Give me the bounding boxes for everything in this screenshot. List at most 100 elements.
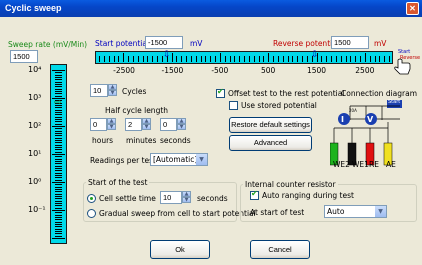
- potential-tick: [123, 53, 125, 62]
- sweep-rate-tick: [55, 119, 62, 120]
- sweep-rate-tick: [52, 126, 65, 127]
- potential-tick: [200, 56, 202, 62]
- gradual-sweep-label: Gradual sweep from cell to start potenti…: [99, 209, 256, 218]
- potential-tick: [215, 56, 216, 62]
- sweep-rate-tick: [55, 214, 62, 216]
- start-unit-label: mV: [190, 39, 203, 48]
- potential-tick-label: 1500: [306, 66, 327, 75]
- seconds-input[interactable]: 0: [160, 118, 177, 131]
- sweep-rate-tick-label: 10⁻¹: [28, 205, 46, 214]
- minutes-label: minutes: [126, 136, 157, 145]
- seconds-spinner[interactable]: ▲ ▼: [177, 118, 186, 131]
- readings-select[interactable]: [Automatic] ▼: [150, 153, 208, 166]
- voltage-symbol: V: [367, 115, 374, 124]
- reverse-potential-input[interactable]: 1500: [331, 36, 369, 49]
- gradual-sweep-radio[interactable]: [87, 209, 96, 218]
- cycles-label: Cycles: [122, 87, 147, 96]
- sweep-rate-pointer[interactable]: ⇨: [54, 98, 62, 108]
- current-symbol: I: [341, 115, 344, 124]
- settle-time-input[interactable]: 10: [160, 191, 182, 204]
- auto-ranging-checkbox[interactable]: [250, 189, 259, 200]
- potential-tick: [142, 56, 144, 62]
- potential-tick: [190, 56, 192, 62]
- sweep-rate-tick: [55, 140, 62, 141]
- sweep-rate-tick: [55, 79, 62, 81]
- reverse-marker-icon[interactable]: ⇩: [311, 50, 319, 60]
- auto-ranging-label: Auto ranging during test: [262, 191, 354, 200]
- sweep-rate-tick: [55, 207, 62, 209]
- potential-tick: [219, 53, 221, 62]
- sweep-rate-tick: [55, 88, 62, 90]
- potential-tick: [239, 56, 241, 62]
- potential-tick: [137, 56, 139, 62]
- potential-tick: [268, 53, 270, 62]
- sweep-rate-tick: [55, 184, 62, 186]
- potential-tick: [321, 56, 323, 62]
- chevron-down-icon[interactable]: ▼: [375, 206, 386, 217]
- offset-checkbox[interactable]: [216, 87, 225, 98]
- ok-button[interactable]: Ok: [150, 240, 210, 259]
- offset-label: Offset test to the rest potential: [228, 89, 345, 98]
- potential-tick: [248, 56, 250, 62]
- sweep-rate-tick: [55, 158, 62, 160]
- start-marker-icon[interactable]: ⇩: [163, 50, 171, 60]
- cycles-spinner[interactable]: ▲ ▼: [108, 84, 117, 97]
- sweep-rate-input[interactable]: 1500: [10, 50, 38, 63]
- potential-tick-label: 500: [260, 66, 276, 75]
- hours-spinner[interactable]: ▲ ▼: [107, 118, 116, 131]
- window-title: Cyclic sweep: [5, 3, 62, 13]
- sweep-rate-tick: [55, 86, 62, 88]
- cell-settle-radio[interactable]: [87, 194, 96, 203]
- at-start-select[interactable]: Auto ▼: [324, 205, 387, 218]
- potential-tick: [306, 56, 308, 62]
- chevron-down-icon[interactable]: ▼: [196, 154, 207, 165]
- sweep-rate-tick: [55, 128, 62, 130]
- start-potential-label: Start potential: [95, 39, 150, 48]
- sweep-rate-tick: [55, 175, 62, 176]
- stored-potential-checkbox[interactable]: [229, 101, 238, 110]
- sweep-rate-tick: [55, 135, 62, 137]
- potential-tick: [345, 56, 347, 62]
- readings-value: [Automatic]: [153, 155, 198, 164]
- sweep-rate-tick: [55, 91, 62, 92]
- close-button[interactable]: ✕: [406, 2, 419, 15]
- minutes-input[interactable]: 2: [125, 118, 142, 131]
- start-potential-input[interactable]: -1500: [145, 36, 183, 49]
- sweep-rate-tick: [52, 70, 65, 71]
- potential-tick-label: -500: [211, 66, 229, 75]
- hours-input[interactable]: 0: [90, 118, 107, 131]
- potential-tick: [181, 56, 183, 62]
- cancel-button[interactable]: Cancel: [250, 240, 310, 259]
- potential-tick: [331, 56, 332, 62]
- minutes-spinner[interactable]: ▲ ▼: [142, 118, 151, 131]
- potential-tick: [186, 56, 187, 62]
- sweep-rate-tick: [52, 154, 65, 155]
- cycles-input[interactable]: 10: [90, 84, 108, 97]
- sweep-rate-tick: [55, 170, 62, 172]
- reverse-unit-label: mV: [374, 39, 387, 48]
- sweep-rate-tick: [55, 161, 62, 162]
- sweep-rate-tick: [55, 212, 62, 214]
- sweep-rate-tick-label: 10³: [28, 93, 42, 102]
- sweep-rate-tick: [55, 168, 62, 169]
- potential-tick: [326, 56, 328, 62]
- potential-tick: [263, 56, 265, 62]
- potential-tick: [195, 56, 197, 62]
- sweep-rate-tick: [55, 200, 62, 202]
- potential-tick: [210, 56, 212, 62]
- settle-time-spinner[interactable]: ▲ ▼: [182, 191, 191, 204]
- potential-tick: [384, 56, 386, 62]
- sweep-rate-tick: [55, 109, 62, 111]
- sweep-rate-tick-label: 10⁰: [28, 177, 42, 186]
- potential-tick: [292, 56, 294, 62]
- advanced-button[interactable]: Advanced: [229, 135, 312, 151]
- potential-tick: [277, 56, 279, 62]
- sweep-rate-tick: [52, 210, 65, 211]
- potential-tick-label: -1500: [161, 66, 184, 75]
- sweep-rate-tick-label: 10¹: [28, 149, 42, 158]
- sweep-rate-tick: [55, 231, 62, 232]
- restore-defaults-button[interactable]: Restore default settings: [229, 117, 312, 133]
- counter-resistor-label: Internal counter resistor: [243, 180, 338, 189]
- potential-tick-label: 2500: [355, 66, 375, 75]
- potential-tick: [253, 56, 255, 62]
